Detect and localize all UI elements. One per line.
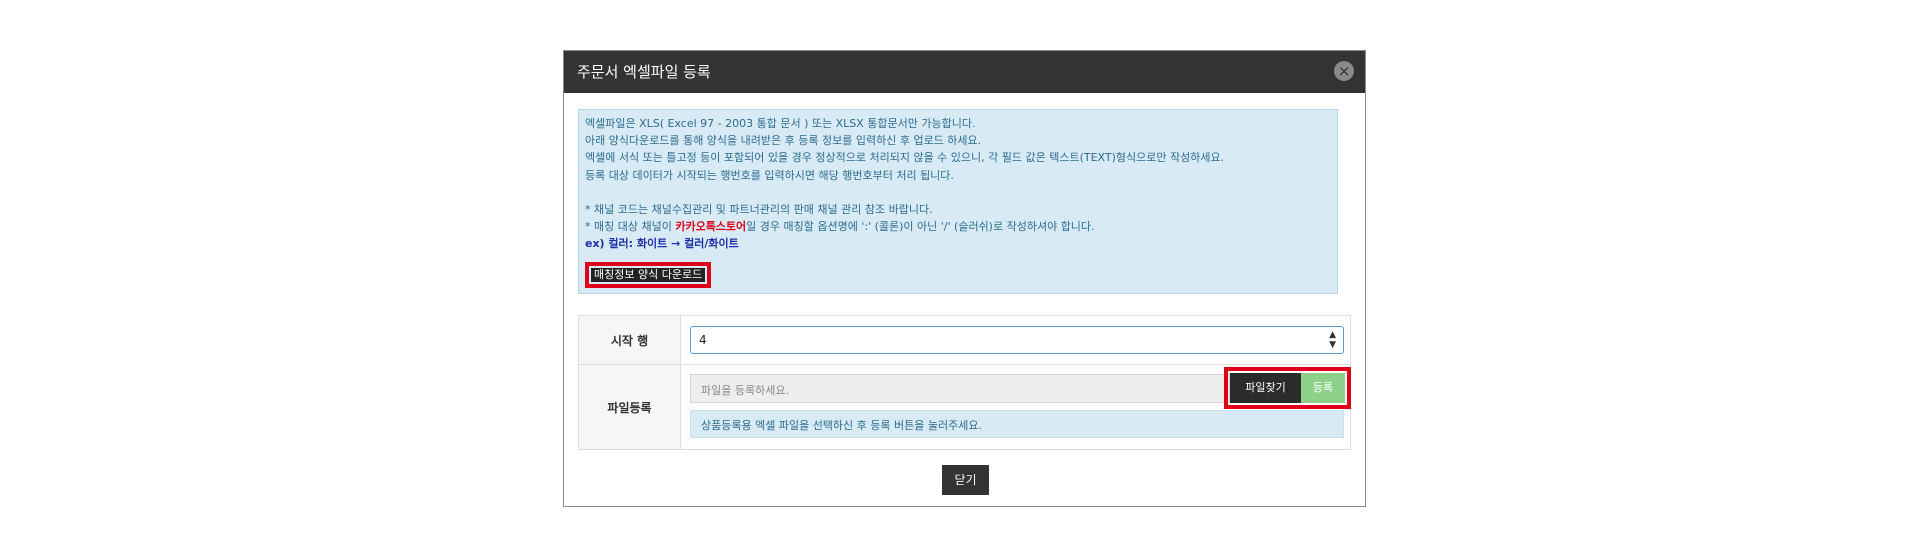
modal-header: 주문서 엑셀파일 등록 × [564, 51, 1365, 93]
register-button[interactable]: 등록 [1301, 373, 1345, 403]
matching-note: * 매칭 대상 채널이 카카오톡스토어일 경우 매칭할 옵션명에 ':' (콜론… [585, 218, 1331, 235]
modal-title: 주문서 엑셀파일 등록 [577, 63, 711, 81]
info-line: 엑셀파일은 XLS( Excel 97 - 2003 통합 문서 ) 또는 XL… [585, 117, 976, 130]
channel-code-note: * 채널 코드는 채널수집관리 및 파트너관리의 판매 채널 관리 참조 바랍니… [585, 202, 933, 216]
start-row-label: 시작 행 [578, 315, 681, 365]
close-icon[interactable]: × [1334, 61, 1354, 81]
info-line: 등록 대상 데이터가 시작되는 행번호를 입력하시면 해당 행번호부터 처리 됩… [585, 168, 954, 182]
excel-upload-modal: 주문서 엑셀파일 등록 × 엑셀파일은 XLS( Excel 97 - 2003… [563, 50, 1366, 507]
file-path-input[interactable]: 파일을 등록하세요. [690, 374, 1230, 403]
start-row-input[interactable]: 4 ▲ ▼ [690, 326, 1344, 354]
matching-note-suffix: 일 경우 매칭할 옵션명에 ':' (콜론)이 아닌 '/' (슬러쉬)로 작성… [746, 220, 1095, 234]
file-label: 파일등록 [578, 364, 681, 450]
download-template-button[interactable]: 매칭정보 양식 다운로드 [591, 268, 706, 283]
info-line: 엑셀에 서식 또는 틀고정 등이 포함되어 있을 경우 정상적으로 처리되지 않… [585, 151, 1225, 165]
info-box: 엑셀파일은 XLS( Excel 97 - 2003 통합 문서 ) 또는 XL… [578, 109, 1338, 294]
upload-form-table: 시작 행 4 ▲ ▼ 파일등록 파일을 등록하세요. 파일찾기 등록 상품등록용 … [578, 315, 1351, 450]
example-line: ex) 컬러: 화이트 → 컬러/화이트 [585, 237, 739, 251]
close-button[interactable]: 닫기 [942, 465, 989, 495]
download-template-button-highlight: 매칭정보 양식 다운로드 [585, 262, 712, 289]
file-note: 상품등록용 엑셀 파일을 선택하신 후 등록 버튼을 눌러주세요. [690, 410, 1344, 438]
start-row-value: 4 [699, 333, 707, 347]
kakao-store-highlight: 카카오톡스토어 [675, 220, 747, 234]
spinner-icon[interactable]: ▲ ▼ [1329, 330, 1336, 350]
find-file-button[interactable]: 파일찾기 [1230, 373, 1301, 403]
info-line: 아래 양식다운로드를 통해 양식을 내려받은 후 등록 정보를 입력하신 후 업… [585, 134, 982, 148]
matching-note-prefix: * 매칭 대상 채널이 [585, 220, 676, 234]
file-buttons-highlight: 파일찾기 등록 [1224, 367, 1351, 409]
